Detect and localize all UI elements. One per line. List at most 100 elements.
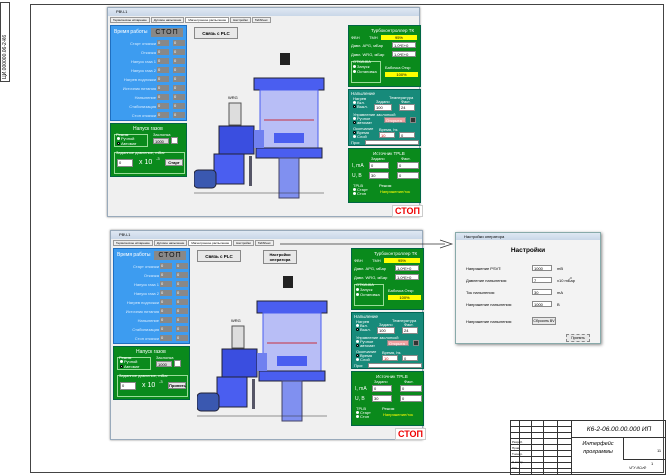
gas-mode-auto-label: Автомат bbox=[124, 364, 140, 369]
voltage-actual-value: 0 bbox=[400, 395, 422, 402]
temp-actual-value: 24 bbox=[402, 327, 418, 334]
valve-input[interactable]: 1000 bbox=[153, 138, 169, 144]
butterfly-value: 100% bbox=[385, 72, 418, 77]
pump-start[interactable] bbox=[356, 288, 359, 291]
setting-input[interactable]: 1000 bbox=[532, 301, 552, 307]
shutter-auto[interactable] bbox=[356, 344, 359, 347]
pump-stop[interactable] bbox=[353, 70, 356, 73]
role-label: Утв. bbox=[512, 466, 518, 470]
shutter-auto[interactable] bbox=[353, 121, 356, 124]
shutter-manual[interactable] bbox=[356, 340, 359, 343]
status-row-value-1: 0 bbox=[160, 308, 172, 314]
status-row-value-1: 0 bbox=[157, 103, 169, 109]
layer-input[interactable]: 0 bbox=[399, 132, 415, 138]
tab-0[interactable]: Термическое испарение bbox=[113, 240, 153, 246]
plc-connect-button[interactable]: Связь с PLC bbox=[194, 27, 238, 39]
status-row-value-2: 0 bbox=[176, 326, 188, 332]
status-row-value-1: 0 bbox=[157, 49, 169, 55]
exponent-label: x 10 bbox=[139, 159, 153, 166]
status-row: Откачка 0 0 bbox=[111, 49, 188, 56]
gas-mode-auto[interactable] bbox=[117, 142, 120, 145]
tab-1[interactable]: Дуговое напыление bbox=[153, 240, 188, 246]
voltage-set-input[interactable]: 30 bbox=[369, 172, 389, 179]
pump-start[interactable] bbox=[353, 65, 356, 68]
tab-4[interactable]: TabSheet bbox=[254, 240, 274, 246]
setting-unit: mA bbox=[557, 290, 563, 295]
valve-input[interactable]: 1000 bbox=[156, 361, 172, 367]
valve-indicator bbox=[171, 137, 178, 144]
gas-inlet-panel: Напуск газов Режим Ручной Автомат Заслонка 10… bbox=[113, 346, 190, 400]
pressure-input[interactable]: 0 bbox=[120, 382, 136, 390]
pressure-input[interactable]: 0 bbox=[117, 159, 133, 167]
plc-connect-button[interactable]: Связь с PLC bbox=[197, 250, 241, 262]
tmn-label: ТМН bbox=[369, 35, 378, 40]
pump-stop[interactable] bbox=[356, 293, 359, 296]
gas-mode-manual[interactable] bbox=[117, 137, 120, 140]
tab-3[interactable]: Настройки bbox=[230, 17, 251, 23]
heat-on[interactable] bbox=[353, 101, 356, 104]
end-by-time[interactable] bbox=[356, 354, 359, 357]
gas-start-button[interactable]: Старт bbox=[165, 159, 183, 166]
tplb-start[interactable] bbox=[356, 411, 359, 414]
current-actual-value: 0 bbox=[400, 385, 422, 392]
status-row-value-2: 0 bbox=[176, 308, 188, 314]
tab-3[interactable]: Настройки bbox=[233, 240, 254, 246]
gas-mode-auto[interactable] bbox=[120, 365, 123, 368]
tplb-mode-value: Напряжение/ток bbox=[383, 412, 414, 417]
tplb-stop[interactable] bbox=[356, 415, 359, 418]
shutter-toggle[interactable] bbox=[413, 340, 419, 346]
status-row: Нагрев подложки 0 0 bbox=[111, 76, 188, 83]
voltage-set-input[interactable]: 30 bbox=[372, 395, 392, 402]
butterfly-label: Бабочка Откр bbox=[388, 288, 414, 293]
tplb-source-panel: Источник TPLB Задано Факт. I, mA 0 0 U, B 30 0 TP… bbox=[351, 371, 424, 426]
status-row: Напыление 0 0 bbox=[114, 317, 191, 324]
time-input[interactable]: 10 bbox=[382, 355, 398, 361]
heat-off[interactable] bbox=[356, 328, 359, 331]
current-set-input[interactable]: 0 bbox=[372, 385, 392, 392]
status-row: Источник питания 0 0 bbox=[114, 308, 191, 315]
setting-input[interactable]: 30 bbox=[532, 289, 552, 295]
status-row: Напыление 0 0 bbox=[111, 94, 188, 101]
end-by-layer[interactable] bbox=[356, 358, 359, 361]
heat-off[interactable] bbox=[353, 105, 356, 108]
voltage-label: U, B bbox=[355, 396, 365, 402]
heat-on[interactable] bbox=[356, 324, 359, 327]
tplb-stop[interactable] bbox=[353, 192, 356, 195]
role-label: Разраб. bbox=[512, 440, 523, 444]
time-input[interactable]: 10 bbox=[379, 132, 395, 138]
status-row-value-2: 0 bbox=[176, 335, 188, 341]
reset-bv-button[interactable]: Сбросить BV bbox=[532, 317, 556, 325]
status-row-value-2: 0 bbox=[173, 103, 185, 109]
role-label: Т.контр. bbox=[512, 452, 523, 456]
apply-button[interactable]: Принять bbox=[566, 334, 590, 342]
shutter-manual[interactable] bbox=[353, 117, 356, 120]
setting-input[interactable]: 1000 bbox=[532, 265, 552, 271]
tplb-start[interactable] bbox=[353, 188, 356, 191]
tab-2[interactable]: Магнетронное распыление bbox=[185, 17, 230, 23]
setting-unit: mB bbox=[557, 266, 563, 271]
gas-mode-manual[interactable] bbox=[120, 360, 123, 363]
end-by-layer-label: Слой bbox=[360, 357, 370, 362]
tab-0[interactable]: Термическое испарение bbox=[110, 17, 150, 23]
status-row: Напуск газа 100 bbox=[111, 58, 188, 65]
temp-set-input[interactable]: 100 bbox=[377, 327, 395, 334]
status-row-value-1: 0 bbox=[160, 335, 172, 341]
end-by-layer[interactable] bbox=[353, 135, 356, 138]
setting-input[interactable]: 7 bbox=[532, 277, 552, 283]
operator-settings-dialog: Настройки оператора Настройки Напряжение… bbox=[455, 232, 601, 344]
work-time-label: Время работы bbox=[114, 29, 148, 35]
end-by-layer-label: Слой bbox=[357, 134, 367, 139]
status-row-value-2: 0 bbox=[176, 317, 188, 323]
apg-value: 1,0*E+0 bbox=[395, 265, 419, 271]
temp-set-input[interactable]: 100 bbox=[374, 104, 392, 111]
tab-1[interactable]: Дуговое напыление bbox=[150, 17, 185, 23]
layer-input[interactable]: 0 bbox=[402, 355, 418, 361]
tab-2[interactable]: Магнетронное распыление bbox=[188, 240, 233, 246]
end-by-time[interactable] bbox=[353, 131, 356, 134]
status-row-value-1: 0 bbox=[160, 317, 172, 323]
shutter-toggle[interactable] bbox=[410, 117, 416, 123]
gas-start-button[interactable]: Принять bbox=[168, 382, 186, 389]
current-set-input[interactable]: 0 bbox=[369, 162, 389, 169]
tab-4[interactable]: TabSheet bbox=[251, 17, 271, 23]
setting-label: Напряжение PSVT: bbox=[466, 266, 502, 271]
